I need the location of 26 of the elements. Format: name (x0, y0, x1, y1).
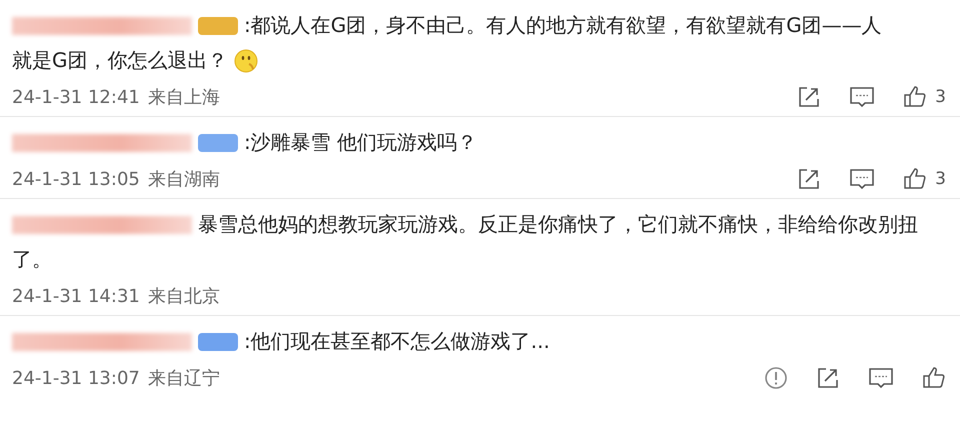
comment-text: :他们现在甚至都不怎么做游戏了... (244, 328, 550, 355)
comment-text: 就是G团，你怎么退出？ (12, 47, 228, 74)
comment-time: 24-1-31 14:31 (12, 286, 140, 306)
share-icon[interactable] (797, 167, 822, 191)
comment-time: 24-1-31 13:05 (12, 168, 140, 190)
comment-text: :都说人在G团，身不由己。有人的地方就有欲望，有欲望就有G团——人 (244, 12, 882, 39)
comment-icon[interactable] (849, 167, 876, 191)
comment-text: 了。 (12, 246, 52, 273)
like-count: 3 (935, 87, 946, 107)
comment-time: 24-1-31 12:41 (12, 86, 140, 108)
comment-time: 24-1-31 13:07 (12, 368, 140, 388)
comment-location: 来自北京 (148, 285, 220, 308)
comment-icon[interactable] (868, 366, 894, 390)
share-icon[interactable] (816, 366, 840, 390)
thumbs-up-icon[interactable] (903, 167, 928, 191)
comment-text: 暴雪总他妈的想教玩家玩游戏。反正是你痛快了，它们就不痛快，非给给你改别扭 (198, 211, 918, 238)
comment-icon[interactable] (849, 85, 876, 109)
share-icon[interactable] (797, 85, 822, 109)
report-icon[interactable] (764, 366, 788, 390)
thumbs-up-icon[interactable] (903, 85, 928, 109)
like-count: 3 (935, 169, 946, 189)
comment-location: 来自辽宁 (148, 367, 220, 390)
thumbs-up-icon[interactable] (922, 366, 946, 390)
comment-location: 来自湖南 (148, 168, 220, 191)
comment-text: :沙雕暴雪 他们玩游戏吗？ (244, 129, 478, 156)
comment-location: 来自上海 (148, 86, 220, 109)
